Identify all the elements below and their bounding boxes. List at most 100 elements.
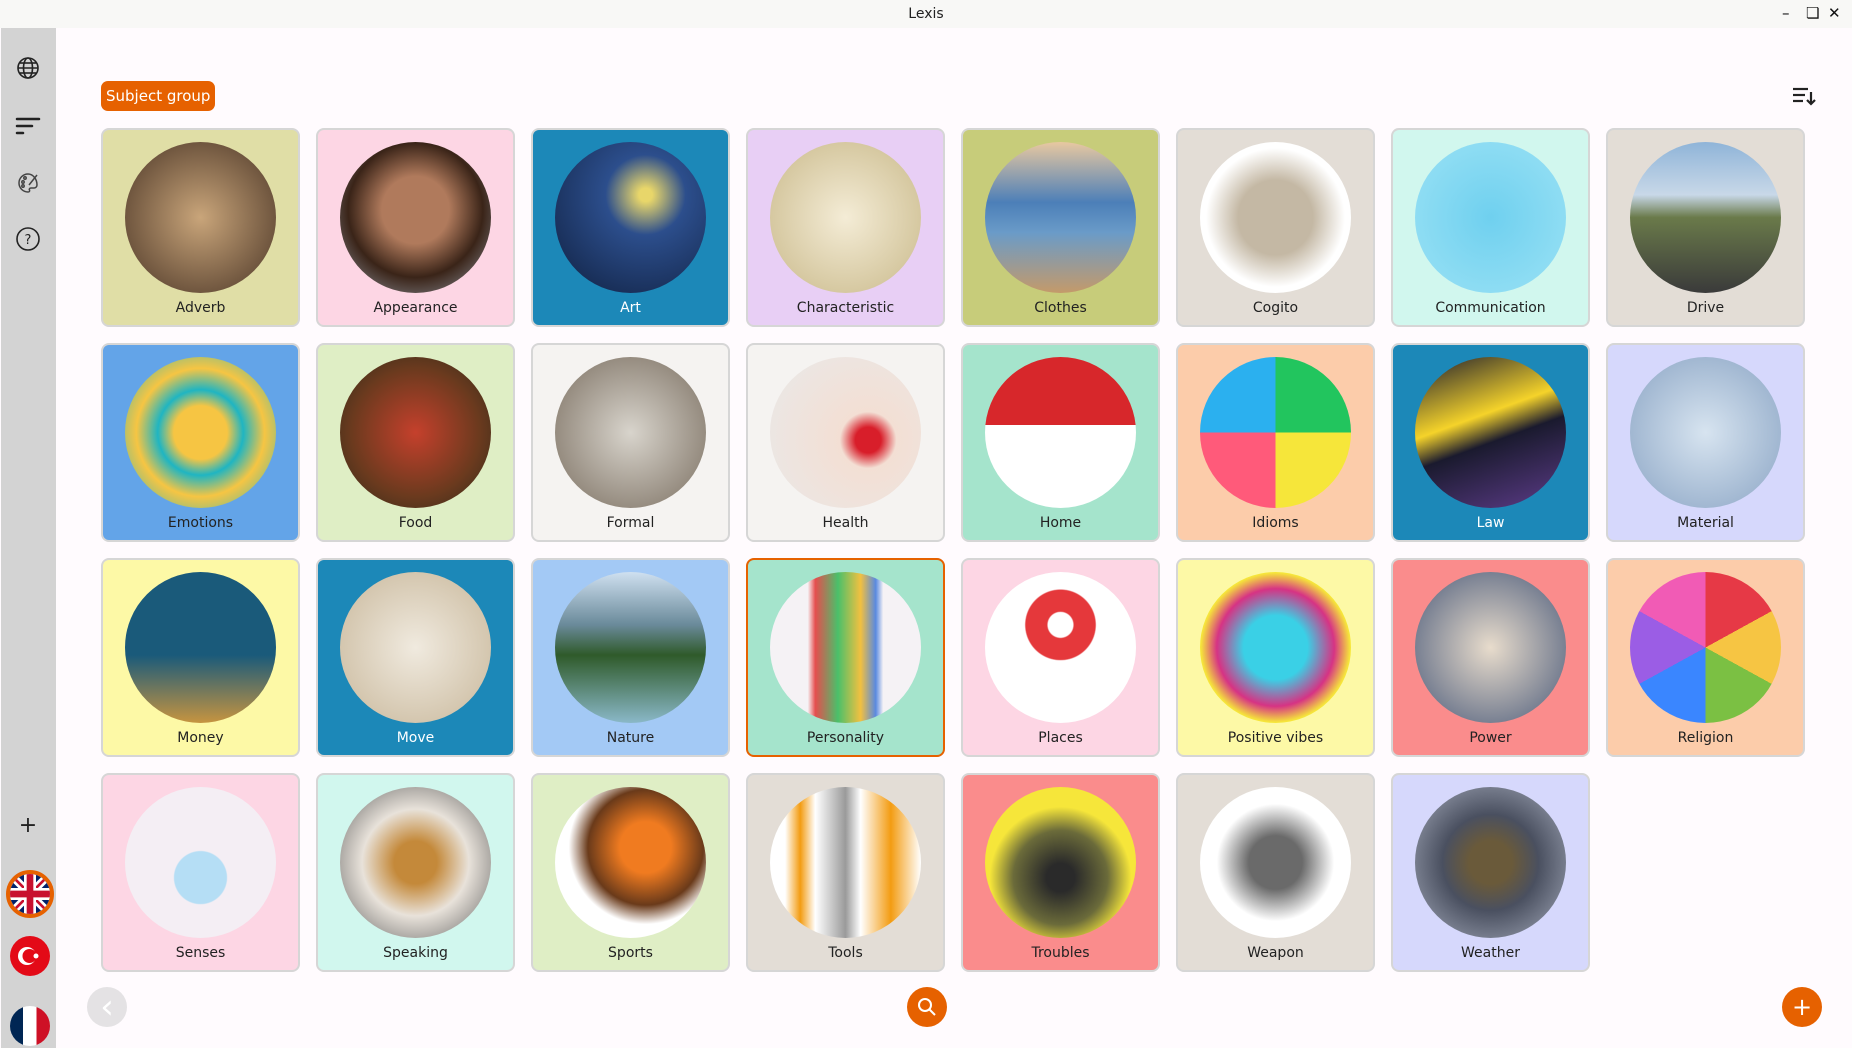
- subject-image: [1630, 357, 1781, 508]
- subject-card[interactable]: Weather: [1391, 773, 1590, 972]
- subject-card[interactable]: Formal: [531, 343, 730, 542]
- subject-label: Cogito: [1252, 300, 1299, 316]
- subject-image: [985, 572, 1136, 723]
- subject-label: Move: [396, 730, 435, 746]
- subject-image: [770, 142, 921, 293]
- subject-card[interactable]: Health: [746, 343, 945, 542]
- subject-image: [1200, 142, 1351, 293]
- subject-image: [1200, 357, 1351, 508]
- subject-image: [1415, 572, 1566, 723]
- subject-card[interactable]: Clothes: [961, 128, 1160, 327]
- subject-label: Communication: [1435, 300, 1546, 316]
- globe-icon[interactable]: [13, 53, 43, 83]
- subject-card[interactable]: Speaking: [316, 773, 515, 972]
- sort-icon[interactable]: [1792, 86, 1816, 106]
- subject-card[interactable]: Law: [1391, 343, 1590, 542]
- subject-image: [340, 787, 491, 938]
- subject-card[interactable]: Material: [1606, 343, 1805, 542]
- subject-label: Troubles: [1031, 945, 1090, 961]
- flag-french[interactable]: [10, 1006, 50, 1046]
- subject-image: [1630, 142, 1781, 293]
- minimize-button[interactable]: –: [1782, 4, 1790, 22]
- subject-image: [1415, 142, 1566, 293]
- subject-image: [770, 357, 921, 508]
- subject-card[interactable]: Money: [101, 558, 300, 757]
- subject-label: Idioms: [1252, 515, 1299, 531]
- subject-label: Drive: [1686, 300, 1725, 316]
- add-button[interactable]: +: [1782, 987, 1822, 1027]
- title-bar: Lexis – ❏ ✕: [0, 0, 1852, 28]
- search-button[interactable]: [907, 987, 947, 1027]
- close-button[interactable]: ✕: [1828, 4, 1841, 22]
- subject-card[interactable]: Weapon: [1176, 773, 1375, 972]
- subject-card[interactable]: Cogito: [1176, 128, 1375, 327]
- subject-image: [1415, 357, 1566, 508]
- subject-card[interactable]: Idioms: [1176, 343, 1375, 542]
- subject-card[interactable]: Senses: [101, 773, 300, 972]
- subject-card[interactable]: Drive: [1606, 128, 1805, 327]
- subject-image: [125, 572, 276, 723]
- subject-label: Health: [822, 515, 869, 531]
- subject-card[interactable]: Personality: [746, 558, 945, 757]
- subject-image: [340, 357, 491, 508]
- subject-label: Material: [1677, 515, 1734, 531]
- subject-card[interactable]: Troubles: [961, 773, 1160, 972]
- subject-image: [555, 357, 706, 508]
- subject-card[interactable]: Move: [316, 558, 515, 757]
- subject-group-chip[interactable]: Subject group: [101, 81, 216, 111]
- subject-label: Food: [398, 515, 433, 531]
- subject-label: Places: [1038, 730, 1083, 746]
- subject-label: Weather: [1461, 945, 1520, 961]
- subject-card[interactable]: Places: [961, 558, 1160, 757]
- subject-label: Appearance: [373, 300, 458, 316]
- subject-label: Power: [1469, 730, 1512, 746]
- subject-label: Speaking: [383, 945, 448, 961]
- subject-image: [1415, 787, 1566, 938]
- flag-turkish[interactable]: [10, 936, 50, 976]
- subject-image: [985, 787, 1136, 938]
- subject-card[interactable]: Nature: [531, 558, 730, 757]
- subject-card[interactable]: Home: [961, 343, 1160, 542]
- subject-image: [1200, 572, 1351, 723]
- palette-icon[interactable]: [13, 168, 43, 198]
- subject-card[interactable]: Emotions: [101, 343, 300, 542]
- subject-card[interactable]: Characteristic: [746, 128, 945, 327]
- search-icon: [918, 998, 936, 1016]
- subject-label: Weapon: [1247, 945, 1304, 961]
- subject-image: [340, 142, 491, 293]
- subject-image: [555, 572, 706, 723]
- subject-image: [125, 787, 276, 938]
- window-title: Lexis: [908, 6, 944, 22]
- subject-card[interactable]: Appearance: [316, 128, 515, 327]
- subject-label: Senses: [175, 945, 226, 961]
- subject-card[interactable]: Religion: [1606, 558, 1805, 757]
- add-language-button[interactable]: +: [13, 810, 43, 840]
- subject-card[interactable]: Adverb: [101, 128, 300, 327]
- subject-image: [125, 357, 276, 508]
- subject-card[interactable]: Food: [316, 343, 515, 542]
- restore-button[interactable]: ❏: [1806, 4, 1819, 22]
- flag-english[interactable]: [6, 870, 54, 918]
- subject-image: [770, 572, 921, 723]
- subject-card[interactable]: Sports: [531, 773, 730, 972]
- subject-label: Sports: [608, 945, 653, 961]
- filter-lines-icon[interactable]: [13, 111, 43, 141]
- subject-label: Adverb: [175, 300, 226, 316]
- subject-label: Art: [620, 300, 641, 316]
- subject-card[interactable]: Tools: [746, 773, 945, 972]
- subject-label: Emotions: [167, 515, 234, 531]
- subject-image: [555, 787, 706, 938]
- subject-image: [340, 572, 491, 723]
- subject-label: Positive vibes: [1227, 730, 1324, 746]
- back-button[interactable]: ‹: [87, 987, 127, 1027]
- help-icon[interactable]: ?: [13, 224, 43, 254]
- subject-card[interactable]: Power: [1391, 558, 1590, 757]
- subject-image: [985, 357, 1136, 508]
- subject-image: [770, 787, 921, 938]
- svg-text:?: ?: [25, 233, 32, 248]
- subject-card[interactable]: Positive vibes: [1176, 558, 1375, 757]
- subject-card[interactable]: Art: [531, 128, 730, 327]
- subject-label: Personality: [806, 730, 885, 746]
- subject-image: [1630, 572, 1781, 723]
- subject-card[interactable]: Communication: [1391, 128, 1590, 327]
